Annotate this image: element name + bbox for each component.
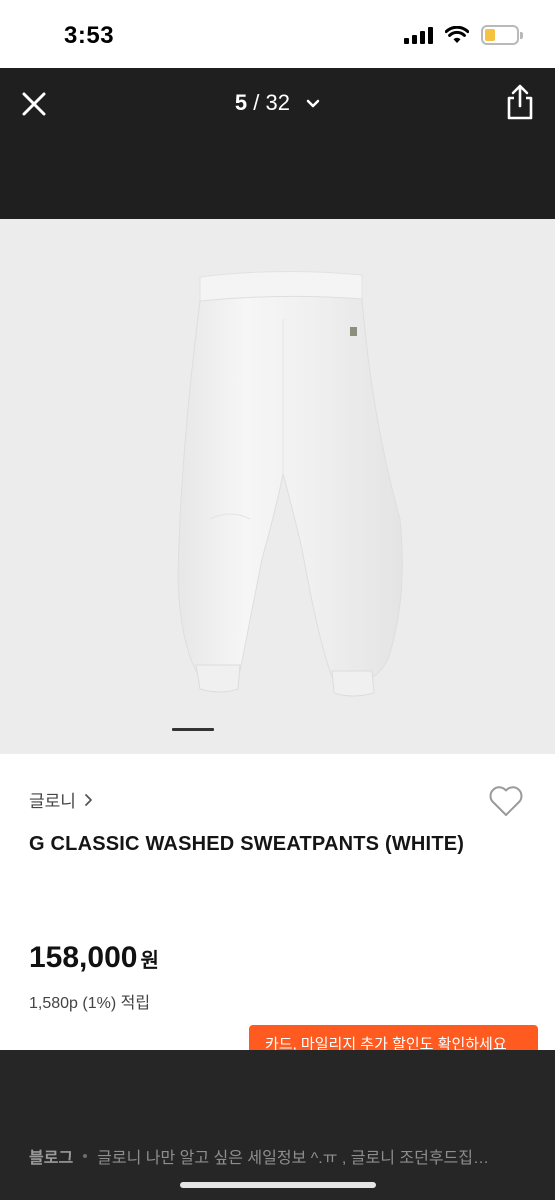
cellular-signal-icon — [404, 26, 433, 44]
share-icon — [507, 84, 533, 120]
product-image-carousel[interactable] — [0, 219, 555, 754]
image-viewer-header: 5 / 32 — [0, 68, 555, 219]
product-price: 158,000 원 — [29, 941, 159, 975]
blog-preview[interactable]: 블로그 글로니 나만 알고 싶은 세일정보 ^.ㅠ , 글로니 조던후드집… — [29, 1144, 515, 1168]
current-image-index: 5 — [234, 90, 248, 115]
blog-text: 글로니 나만 알고 싶은 세일정보 ^.ㅠ , 글로니 조던후드집… — [97, 1150, 489, 1167]
share-button[interactable] — [503, 84, 537, 122]
separator-dot — [83, 1154, 88, 1158]
brand-name: 글로니 — [29, 792, 76, 811]
counter-separator: / — [247, 90, 266, 115]
bottom-overlay: 블로그 글로니 나만 알고 싶은 세일정보 ^.ㅠ , 글로니 조던후드집… — [0, 1050, 555, 1200]
carousel-indicator — [172, 728, 214, 731]
heart-icon — [489, 786, 523, 816]
price-amount: 158,000 — [29, 941, 138, 974]
status-bar: 3:53 — [0, 0, 555, 68]
chevron-down-icon — [306, 99, 320, 108]
battery-icon — [481, 25, 523, 45]
product-name: G CLASSIC WASHED SWEATPANTS (WHITE) — [29, 833, 465, 855]
chevron-right-icon — [85, 793, 92, 806]
price-currency: 원 — [140, 950, 159, 972]
image-counter[interactable]: 5 / 32 — [0, 90, 555, 116]
total-images: 32 — [265, 90, 290, 115]
product-image — [177, 270, 403, 697]
like-button[interactable] — [487, 783, 525, 819]
blog-label: 블로그 — [29, 1150, 74, 1167]
reward-points: 1,580p (1%) 적립 — [29, 995, 151, 1012]
wifi-icon — [445, 26, 469, 43]
brand-link[interactable]: 글로니 — [29, 787, 93, 812]
home-indicator[interactable] — [180, 1182, 376, 1188]
status-time: 3:53 — [64, 22, 115, 49]
status-icons — [404, 25, 523, 45]
